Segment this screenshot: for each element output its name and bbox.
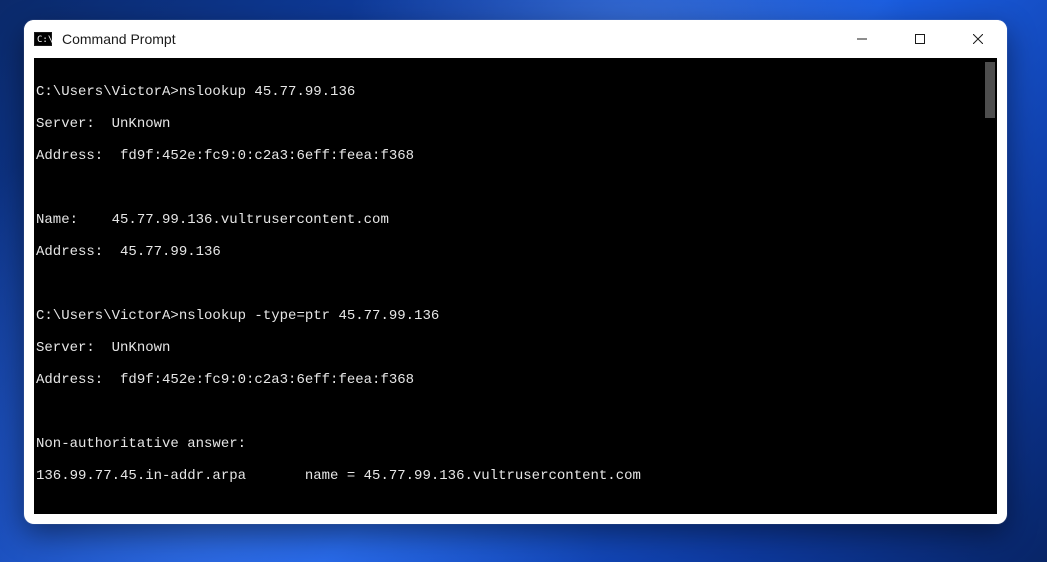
terminal-line (36, 404, 997, 420)
terminal-line: Non-authoritative answer: (36, 436, 997, 452)
window-title: Command Prompt (62, 31, 176, 47)
terminal-line: Server: UnKnown (36, 116, 997, 132)
terminal-line: Name: 45.77.99.136.vultrusercontent.com (36, 212, 997, 228)
cmd-icon: C:\ (34, 32, 52, 46)
terminal-line: 136.99.77.45.in-addr.arpa name = 45.77.9… (36, 468, 997, 484)
window-controls (833, 20, 1007, 58)
svg-text:C:\: C:\ (37, 35, 52, 45)
terminal-content: C:\Users\VictorA>nslookup 45.77.99.136 S… (34, 58, 997, 514)
command-prompt-window: C:\ Command Prompt (24, 20, 1007, 524)
terminal-line (36, 500, 997, 514)
titlebar[interactable]: C:\ Command Prompt (24, 20, 1007, 58)
terminal-line: Address: fd9f:452e:fc9:0:c2a3:6eff:feea:… (36, 372, 997, 388)
terminal-line: C:\Users\VictorA>nslookup -type=ptr 45.7… (36, 308, 997, 324)
desktop-background: C:\ Command Prompt (0, 0, 1047, 562)
terminal-line (36, 276, 997, 292)
terminal-line (36, 180, 997, 196)
minimize-button[interactable] (833, 20, 891, 58)
terminal-line: C:\Users\VictorA>nslookup 45.77.99.136 (36, 84, 997, 100)
vertical-scrollbar-thumb[interactable] (985, 62, 995, 118)
terminal-line: Address: 45.77.99.136 (36, 244, 997, 260)
maximize-button[interactable] (891, 20, 949, 58)
terminal-line: Address: fd9f:452e:fc9:0:c2a3:6eff:feea:… (36, 148, 997, 164)
terminal-line: Server: UnKnown (36, 340, 997, 356)
close-button[interactable] (949, 20, 1007, 58)
terminal-area[interactable]: C:\Users\VictorA>nslookup 45.77.99.136 S… (34, 58, 997, 514)
